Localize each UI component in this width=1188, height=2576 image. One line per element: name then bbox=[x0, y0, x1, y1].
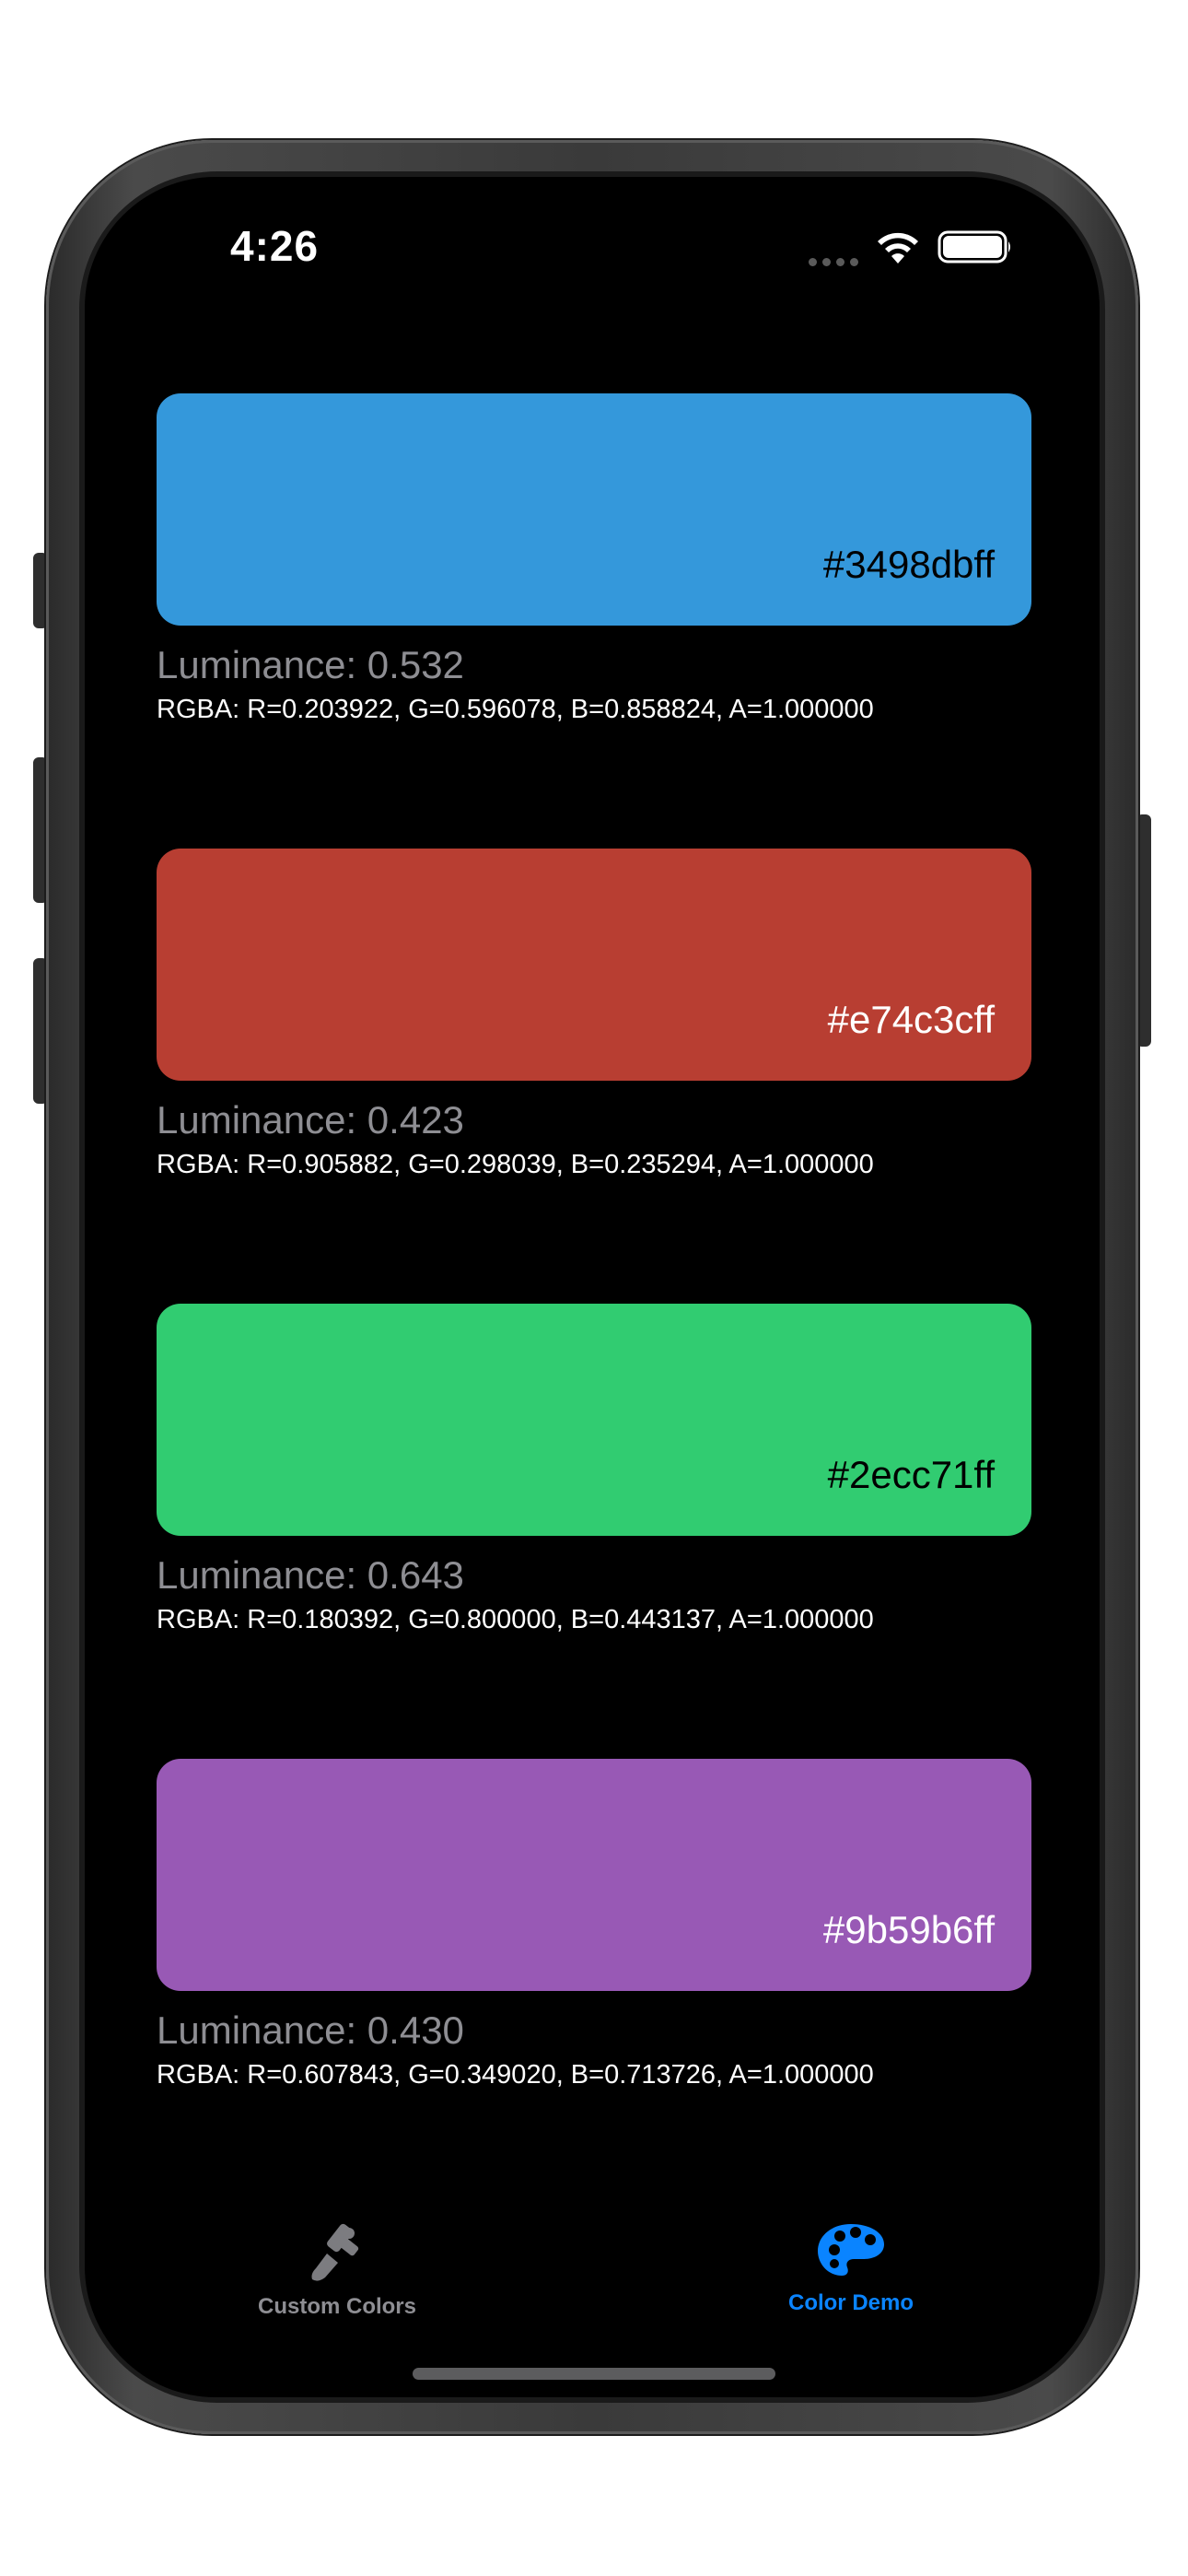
power-button bbox=[1136, 814, 1151, 1047]
palette-icon bbox=[818, 2224, 884, 2276]
hex-label: #2ecc71ff bbox=[827, 1453, 995, 1496]
status-time: 4:26 bbox=[230, 222, 320, 270]
luminance-label: Luminance: 0.430 bbox=[157, 2008, 464, 2052]
color-card: #3498dbff Luminance: 0.532 RGBA: R=0.203… bbox=[157, 393, 1031, 727]
tab-color-demo[interactable]: Color Demo bbox=[713, 2220, 989, 2316]
hex-label: #9b59b6ff bbox=[822, 1908, 995, 1951]
wifi-icon bbox=[878, 232, 918, 263]
battery-icon bbox=[938, 230, 1010, 263]
color-swatch: #2ecc71ff bbox=[157, 1304, 1031, 1536]
luminance-label: Luminance: 0.643 bbox=[157, 1553, 464, 1597]
hex-label: #e74c3cff bbox=[827, 998, 995, 1041]
luminance-label: Luminance: 0.532 bbox=[157, 643, 464, 686]
luminance-label: Luminance: 0.423 bbox=[157, 1098, 464, 1142]
color-card: #9b59b6ff Luminance: 0.430 RGBA: R=0.607… bbox=[157, 1759, 1031, 2092]
home-indicator[interactable] bbox=[413, 2368, 775, 2380]
rgba-label: RGBA: R=0.905882, G=0.298039, B=0.235294… bbox=[157, 1150, 874, 1179]
rgba-label: RGBA: R=0.203922, G=0.596078, B=0.858824… bbox=[157, 695, 874, 724]
color-swatch: #3498dbff bbox=[157, 393, 1031, 626]
tab-custom-colors[interactable]: Custom Colors bbox=[199, 2220, 475, 2320]
phone-screen: 4:26 #3498dbff Luminance: 0.532 RGBA: R=… bbox=[85, 177, 1100, 2397]
rgba-label: RGBA: R=0.180392, G=0.800000, B=0.443137… bbox=[157, 1605, 874, 1634]
cellular-dots-icon bbox=[809, 258, 858, 266]
color-swatch: #e74c3cff bbox=[157, 849, 1031, 1081]
color-swatch: #9b59b6ff bbox=[157, 1759, 1031, 1991]
hex-label: #3498dbff bbox=[822, 543, 995, 586]
color-card: #e74c3cff Luminance: 0.423 RGBA: R=0.905… bbox=[157, 849, 1031, 1182]
color-card: #2ecc71ff Luminance: 0.643 RGBA: R=0.180… bbox=[157, 1304, 1031, 1637]
rgba-label: RGBA: R=0.607843, G=0.349020, B=0.713726… bbox=[157, 2060, 874, 2090]
tab-label: Custom Colors bbox=[257, 2294, 416, 2319]
tab-label: Color Demo bbox=[787, 2290, 914, 2315]
paintbrush-icon bbox=[311, 2223, 359, 2281]
